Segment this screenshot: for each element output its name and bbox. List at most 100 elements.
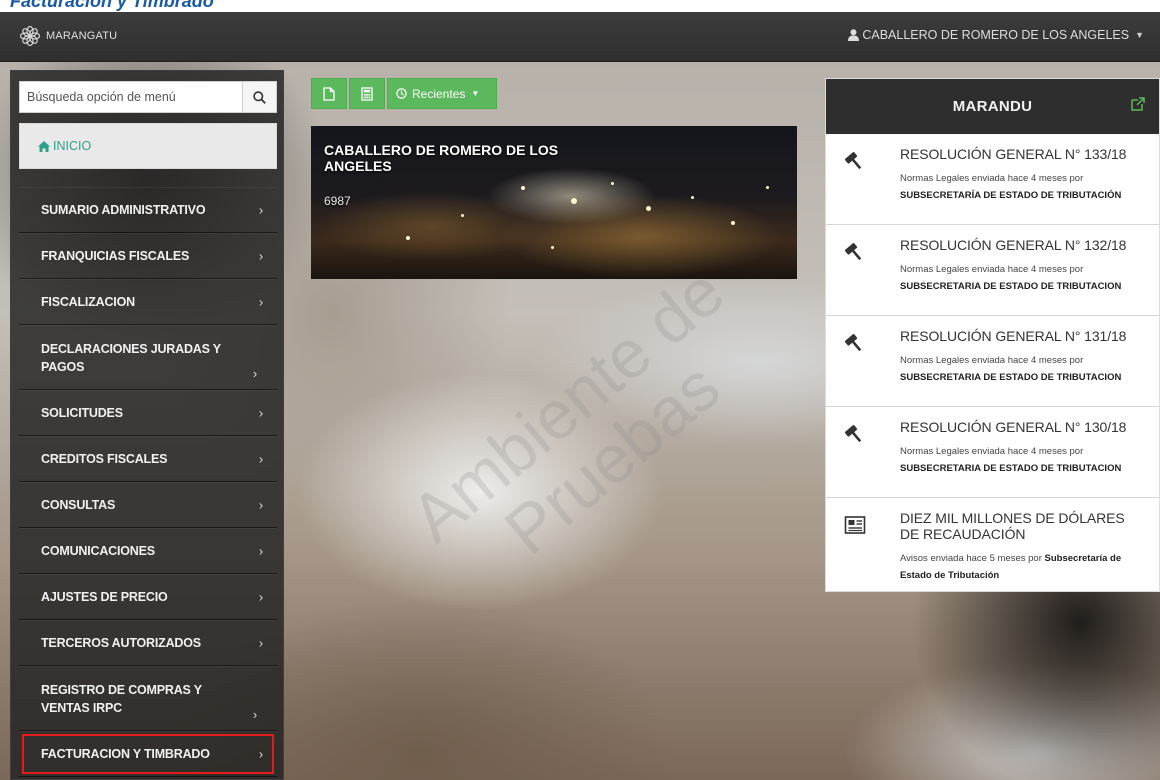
news-meta: Normas Legales enviada hace 4 meses por … <box>900 443 1145 477</box>
news-author: SUBSECRETARIA DE ESTADO DE TRIBUTACION <box>900 372 1122 383</box>
newspaper-icon <box>844 516 866 534</box>
chevron-right-icon: › <box>258 248 263 264</box>
list-item[interactable]: RESOLUCIÓN GENERAL N° 132/18 Normas Lega… <box>826 225 1159 316</box>
calculator-icon <box>361 86 373 101</box>
gavel-icon <box>844 243 862 261</box>
list-item[interactable]: RESOLUCIÓN GENERAL N° 131/18 Normas Lega… <box>826 316 1159 407</box>
chevron-right-icon: › <box>258 405 263 421</box>
news-meta-text: Normas Legales enviada hace 4 meses por <box>900 355 1084 366</box>
sidebar-item-label: COMUNICACIONES <box>41 544 155 558</box>
sidebar-item-inicio[interactable]: INICIO <box>19 123 277 169</box>
news-title: RESOLUCIÓN GENERAL N° 131/18 <box>900 328 1127 344</box>
sidebar-item-label: FRANQUICIAS FISCALES <box>41 249 190 263</box>
news-title: DIEZ MIL MILLONES DE DÓLARES DE RECAUDAC… <box>900 510 1125 542</box>
sidebar-item-solicitudes[interactable]: SOLICITUDES › <box>19 390 277 436</box>
menu-search-input[interactable] <box>20 82 242 112</box>
external-link-icon[interactable] <box>1131 97 1145 111</box>
marandu-panel: MARANDU RESOLUCIÓN GENERAL N° 133/18 Nor… <box>825 78 1160 592</box>
home-icon <box>38 140 50 152</box>
sidebar-item-franquicias-fiscales[interactable]: FRANQUICIAS FISCALES › <box>19 233 277 279</box>
list-item[interactable]: RESOLUCIÓN GENERAL N° 130/18 Normas Lega… <box>826 407 1159 498</box>
sidebar-item-creditos-fiscales[interactable]: CREDITOS FISCALES › <box>19 436 277 482</box>
news-meta-text: Avisos enviada hace 5 meses por <box>900 553 1042 564</box>
clock-icon <box>396 88 407 99</box>
gavel-icon <box>844 425 862 443</box>
sidebar-item-label: AJUSTES DE PRECIO <box>41 590 168 604</box>
chevron-right-icon: › <box>252 707 257 722</box>
sidebar-item-terceros-autorizados[interactable]: TERCEROS AUTORIZADOS › <box>19 620 277 666</box>
sidebar-item-facturacion-timbrado[interactable]: FACTURACION Y TIMBRADO › <box>19 731 277 777</box>
user-icon <box>848 29 860 41</box>
marandu-panel-title: MARANDU <box>952 98 1033 115</box>
chevron-right-icon: › <box>258 497 263 513</box>
new-document-button[interactable] <box>311 78 347 109</box>
sidebar-item-label: CREDITOS FISCALES <box>41 452 168 466</box>
recientes-label: Recientes <box>412 86 466 101</box>
sidebar-item-fiscalizacion[interactable]: FISCALIZACION › <box>19 279 277 325</box>
sidebar-item-registro-compras-ventas-irpc[interactable]: REGISTRO DE COMPRAS Y VENTAS IRPC › <box>19 666 277 731</box>
list-item[interactable]: DIEZ MIL MILLONES DE DÓLARES DE RECAUDAC… <box>826 498 1159 594</box>
user-menu[interactable]: CABALLERO DE ROMERO DE LOS ANGELES ▼ <box>848 28 1144 42</box>
marangatu-logo-icon <box>19 25 41 47</box>
document-title: Facturación y Timbrado <box>0 0 1160 12</box>
news-meta: Normas Legales enviada hace 4 meses por … <box>900 352 1145 386</box>
watermark-line-1: Ambiente de <box>396 253 739 558</box>
news-meta-text: Normas Legales enviada hace 4 meses por <box>900 173 1084 184</box>
gavel-icon <box>844 334 862 352</box>
news-author: SUBSECRETARÍA DE ESTADO DE TRIBUTACIÓN <box>900 190 1122 201</box>
sidebar-item-label: CONSULTAS <box>41 498 116 512</box>
calculator-button[interactable] <box>349 78 385 109</box>
caret-down-icon: ▼ <box>1135 30 1144 40</box>
user-name: CABALLERO DE ROMERO DE LOS ANGELES <box>862 28 1130 42</box>
sidebar: INICIO SUMARIO ADMINISTRATIVO › FRANQUIC… <box>10 70 284 780</box>
watermark-line-2: Pruebas <box>491 348 734 570</box>
news-meta: Avisos enviada hace 5 meses por Subsecre… <box>900 550 1145 584</box>
chevron-right-icon: › <box>252 366 257 381</box>
marandu-news-list: RESOLUCIÓN GENERAL N° 133/18 Normas Lega… <box>826 134 1159 594</box>
news-author: SUBSECRETARIA DE ESTADO DE TRIBUTACION <box>900 281 1122 292</box>
sidebar-item-label: FACTURACION Y TIMBRADO <box>41 747 210 761</box>
news-meta-text: Normas Legales enviada hace 4 meses por <box>900 264 1084 275</box>
document-title-text: Facturación y Timbrado <box>10 0 214 11</box>
brand-name: MARANGATU <box>46 30 118 42</box>
sidebar-menu: SUMARIO ADMINISTRATIVO › FRANQUICIAS FIS… <box>19 187 277 777</box>
news-title: RESOLUCIÓN GENERAL N° 132/18 <box>900 237 1127 253</box>
sidebar-item-label: SUMARIO ADMINISTRATIVO <box>41 203 206 217</box>
chevron-right-icon: › <box>258 543 263 559</box>
brand[interactable]: MARANGATU <box>18 24 117 48</box>
chevron-right-icon: › <box>258 635 263 651</box>
news-meta: Normas Legales enviada hace 4 meses por … <box>900 170 1145 204</box>
news-author: SUBSECRETARIA DE ESTADO DE TRIBUTACION <box>900 463 1122 474</box>
sidebar-item-sumario-administrativo[interactable]: SUMARIO ADMINISTRATIVO › <box>19 187 277 233</box>
search-button[interactable] <box>242 82 276 112</box>
search-icon <box>253 90 266 104</box>
sidebar-item-label: SOLICITUDES <box>41 406 123 420</box>
toolbar: Recientes ▼ <box>311 78 497 109</box>
top-navbar: MARANGATU CABALLERO DE ROMERO DE LOS ANG… <box>0 12 1160 62</box>
sidebar-item-ajustes-de-precio[interactable]: AJUSTES DE PRECIO › <box>19 574 277 620</box>
chevron-right-icon: › <box>258 294 263 310</box>
list-item[interactable]: RESOLUCIÓN GENERAL N° 133/18 Normas Lega… <box>826 134 1159 225</box>
chevron-right-icon: › <box>258 746 263 762</box>
taxpayer-card: CABALLERO DE ROMERO DE LOS ANGELES 6987 <box>311 126 797 279</box>
gavel-icon <box>844 152 862 170</box>
news-meta-text: Normas Legales enviada hace 4 meses por <box>900 446 1084 457</box>
marandu-panel-header: MARANDU <box>826 79 1159 134</box>
taxpayer-ruc: 6987 <box>324 194 351 208</box>
recientes-dropdown-button[interactable]: Recientes ▼ <box>387 78 497 109</box>
sidebar-item-label: TERCEROS AUTORIZADOS <box>41 636 201 650</box>
chevron-right-icon: › <box>258 202 263 218</box>
news-title: RESOLUCIÓN GENERAL N° 133/18 <box>900 146 1127 162</box>
caret-down-icon: ▼ <box>471 89 480 98</box>
sidebar-item-comunicaciones[interactable]: COMUNICACIONES › <box>19 528 277 574</box>
news-title: RESOLUCIÓN GENERAL N° 130/18 <box>900 419 1127 435</box>
chevron-right-icon: › <box>258 451 263 467</box>
test-environment-watermark: Ambiente de Pruebas <box>369 231 811 634</box>
news-meta: Normas Legales enviada hace 4 meses por … <box>900 261 1145 295</box>
chevron-right-icon: › <box>258 589 263 605</box>
sidebar-item-label: DECLARACIONES JURADAS Y PAGOS <box>41 341 221 374</box>
sidebar-item-declaraciones-juradas-pagos[interactable]: DECLARACIONES JURADAS Y PAGOS › <box>19 325 277 390</box>
sidebar-item-consultas[interactable]: CONSULTAS › <box>19 482 277 528</box>
sidebar-item-label: REGISTRO DE COMPRAS Y VENTAS IRPC <box>41 682 202 715</box>
document-icon <box>323 86 335 101</box>
